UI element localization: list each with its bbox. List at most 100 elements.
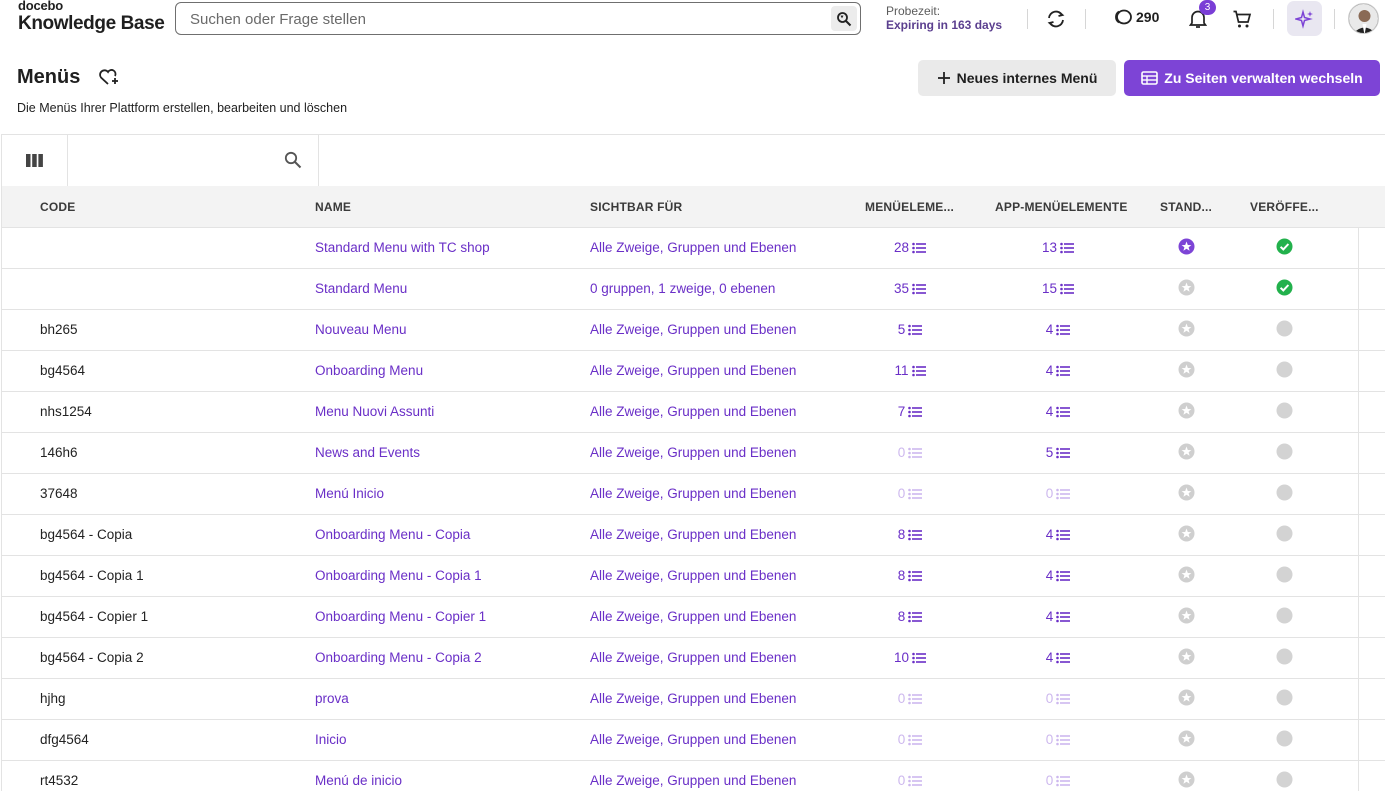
standard-star-inactive-icon[interactable] xyxy=(1178,648,1195,665)
cell-name-link[interactable]: Onboarding Menu - Copia 1 xyxy=(315,568,482,583)
column-header-name[interactable]: NAME xyxy=(315,200,351,214)
table-row[interactable]: hjhg prova Alle Zweige, Gruppen und Ebenen… xyxy=(2,679,1385,720)
cell-standard[interactable] xyxy=(1178,238,1195,258)
cell-app-items[interactable]: 4 xyxy=(1018,363,1098,378)
cell-standard[interactable] xyxy=(1178,648,1195,668)
cell-standard[interactable] xyxy=(1178,689,1195,709)
cell-published[interactable] xyxy=(1276,648,1293,668)
cell-app-items[interactable]: 4 xyxy=(1018,609,1098,624)
cell-menu-items[interactable]: 8 xyxy=(870,609,950,624)
unpublished-dot-icon[interactable] xyxy=(1276,443,1293,460)
table-row[interactable]: bg4564 - Copier 1 Onboarding Menu - Copie… xyxy=(2,597,1385,638)
cell-visible-link[interactable]: Alle Zweige, Gruppen und Ebenen xyxy=(590,773,796,788)
table-search-input[interactable] xyxy=(68,135,319,186)
cell-app-items[interactable]: 0 xyxy=(1018,773,1098,788)
cell-published[interactable] xyxy=(1276,607,1293,627)
cell-menu-items[interactable]: 8 xyxy=(870,527,950,542)
cell-standard[interactable] xyxy=(1178,279,1195,299)
cell-name-link[interactable]: Onboarding Menu xyxy=(315,363,423,378)
cell-visible-link[interactable]: Alle Zweige, Gruppen und Ebenen xyxy=(590,527,796,542)
cell-name-link[interactable]: Onboarding Menu - Copia 2 xyxy=(315,650,482,665)
cell-menu-items[interactable]: 8 xyxy=(870,568,950,583)
cell-standard[interactable] xyxy=(1178,607,1195,627)
cell-menu-items[interactable]: 0 xyxy=(870,445,950,460)
cell-standard[interactable] xyxy=(1178,566,1195,586)
avatar[interactable] xyxy=(1348,3,1379,34)
cell-menu-items[interactable]: 0 xyxy=(870,486,950,501)
cell-app-items[interactable]: 13 xyxy=(1018,240,1098,255)
standard-star-inactive-icon[interactable] xyxy=(1178,730,1195,747)
cell-app-items[interactable]: 5 xyxy=(1018,445,1098,460)
table-row[interactable]: nhs1254 Menu Nuovi Assunti Alle Zweige, Gr… xyxy=(2,392,1385,433)
standard-star-inactive-icon[interactable] xyxy=(1178,402,1195,419)
cart-button[interactable] xyxy=(1230,7,1254,31)
cell-visible-link[interactable]: Alle Zweige, Gruppen und Ebenen xyxy=(590,240,796,255)
cell-app-items[interactable]: 0 xyxy=(1018,732,1098,747)
global-search-input[interactable]: Suchen oder Frage stellen xyxy=(175,2,861,35)
search-button[interactable] xyxy=(831,6,857,31)
favorite-button[interactable] xyxy=(98,67,120,92)
cell-app-items[interactable]: 4 xyxy=(1018,568,1098,583)
cell-standard[interactable] xyxy=(1178,443,1195,463)
standard-star-inactive-icon[interactable] xyxy=(1178,689,1195,706)
column-header-standard[interactable]: STAND... xyxy=(1160,200,1212,214)
standard-star-inactive-icon[interactable] xyxy=(1178,566,1195,583)
standard-star-inactive-icon[interactable] xyxy=(1178,484,1195,501)
cell-standard[interactable] xyxy=(1178,361,1195,381)
cell-visible-link[interactable]: Alle Zweige, Gruppen und Ebenen xyxy=(590,568,796,583)
unpublished-dot-icon[interactable] xyxy=(1276,320,1293,337)
table-row[interactable]: Standard Menu with TC shop Alle Zweige, G… xyxy=(2,228,1385,269)
cell-name-link[interactable]: Nouveau Menu xyxy=(315,322,407,337)
cell-menu-items[interactable]: 28 xyxy=(870,240,950,255)
cell-name-link[interactable]: News and Events xyxy=(315,445,420,460)
cell-visible-link[interactable]: Alle Zweige, Gruppen und Ebenen xyxy=(590,650,796,665)
cell-standard[interactable] xyxy=(1178,525,1195,545)
cell-published[interactable] xyxy=(1276,238,1293,258)
published-check-icon[interactable] xyxy=(1276,279,1293,296)
standard-star-inactive-icon[interactable] xyxy=(1178,607,1195,624)
unpublished-dot-icon[interactable] xyxy=(1276,361,1293,378)
cell-published[interactable] xyxy=(1276,566,1293,586)
cell-published[interactable] xyxy=(1276,484,1293,504)
cell-visible-link[interactable]: Alle Zweige, Gruppen und Ebenen xyxy=(590,404,796,419)
cell-app-items[interactable]: 4 xyxy=(1018,650,1098,665)
cell-visible-link[interactable]: 0 gruppen, 1 zweige, 0 ebenen xyxy=(590,281,775,296)
cell-name-link[interactable]: Standard Menu xyxy=(315,281,407,296)
table-row[interactable]: bg4564 Onboarding Menu Alle Zweige, Gruppe… xyxy=(2,351,1385,392)
table-row[interactable]: 37648 Menú Inicio Alle Zweige, Gruppen und… xyxy=(2,474,1385,515)
cell-name-link[interactable]: Onboarding Menu - Copia xyxy=(315,527,470,542)
manage-pages-button[interactable]: Zu Seiten verwalten wechseln xyxy=(1124,60,1380,96)
unpublished-dot-icon[interactable] xyxy=(1276,484,1293,501)
cell-published[interactable] xyxy=(1276,771,1293,791)
cell-published[interactable] xyxy=(1276,443,1293,463)
column-header-published[interactable]: VERÖFFE... xyxy=(1250,200,1319,214)
unpublished-dot-icon[interactable] xyxy=(1276,402,1293,419)
table-row[interactable]: rt4532 Menú de inicio Alle Zweige, Gruppen… xyxy=(2,761,1385,791)
table-row[interactable]: bg4564 - Copia 1 Onboarding Menu - Copia … xyxy=(2,556,1385,597)
cell-menu-items[interactable]: 5 xyxy=(870,322,950,337)
cell-name-link[interactable]: Menú Inicio xyxy=(315,486,384,501)
sync-button[interactable] xyxy=(1044,7,1068,31)
unpublished-dot-icon[interactable] xyxy=(1276,771,1293,788)
cell-menu-items[interactable]: 0 xyxy=(870,732,950,747)
cell-name-link[interactable]: Standard Menu with TC shop xyxy=(315,240,490,255)
cell-standard[interactable] xyxy=(1178,771,1195,791)
cell-name-link[interactable]: Menú de inicio xyxy=(315,773,402,788)
column-selector-button[interactable] xyxy=(2,135,68,186)
cell-published[interactable] xyxy=(1276,361,1293,381)
cell-app-items[interactable]: 4 xyxy=(1018,322,1098,337)
standard-star-inactive-icon[interactable] xyxy=(1178,771,1195,788)
cell-standard[interactable] xyxy=(1178,484,1195,504)
standard-star-inactive-icon[interactable] xyxy=(1178,525,1195,542)
unpublished-dot-icon[interactable] xyxy=(1276,689,1293,706)
column-header-app-items[interactable]: APP-MENÜELEMENTE xyxy=(995,200,1128,214)
cell-visible-link[interactable]: Alle Zweige, Gruppen und Ebenen xyxy=(590,322,796,337)
table-row[interactable]: bg4564 - Copia 2 Onboarding Menu - Copia … xyxy=(2,638,1385,679)
standard-star-active-icon[interactable] xyxy=(1178,238,1195,255)
cell-name-link[interactable]: prova xyxy=(315,691,349,706)
cell-app-items[interactable]: 4 xyxy=(1018,404,1098,419)
cell-menu-items[interactable]: 0 xyxy=(870,691,950,706)
cell-menu-items[interactable]: 35 xyxy=(870,281,950,296)
unpublished-dot-icon[interactable] xyxy=(1276,525,1293,542)
cell-app-items[interactable]: 4 xyxy=(1018,527,1098,542)
